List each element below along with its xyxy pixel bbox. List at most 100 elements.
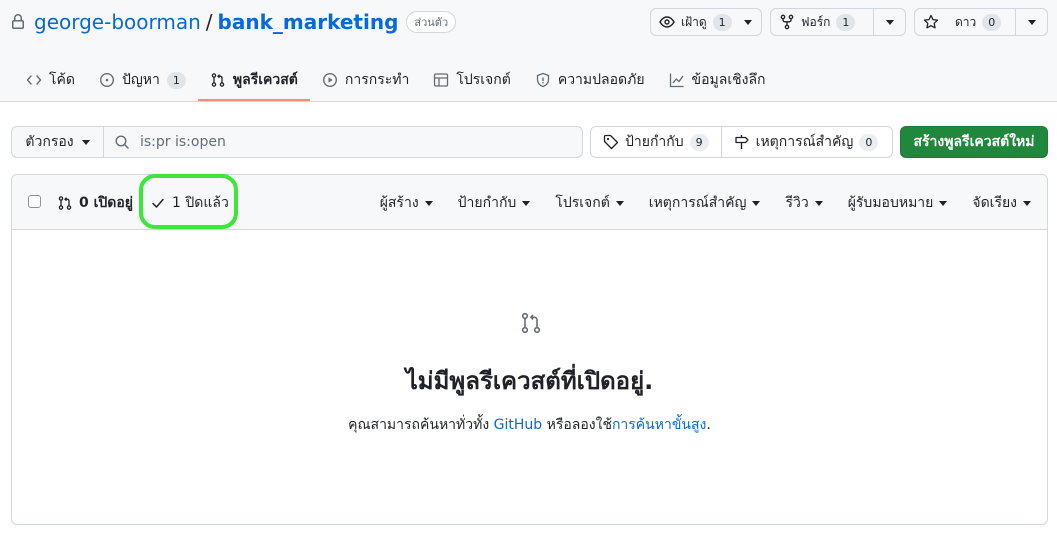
filter-label: ป้ายกำกับ (457, 195, 517, 211)
github-search-link[interactable]: GitHub (494, 417, 543, 433)
chevron-down-icon (939, 200, 948, 206)
chevron-down-icon (885, 19, 894, 25)
filter-label: จัดเรียง (972, 195, 1017, 211)
blankslate-text-middle: หรือลองใช้ (542, 417, 612, 433)
star-button-group: ดาว 0 (914, 8, 1048, 36)
shield-icon (536, 72, 549, 88)
watch-count: 1 (712, 13, 732, 31)
search-box (103, 126, 583, 158)
blankslate-text: คุณสามารถค้นหาทั่วทั้ง GitHub หรือลองใช้… (12, 414, 1047, 436)
repo-nav: โค้ด ปัญหา 1 พูลรีเควสต์ การกระทำ โปรเจก… (14, 60, 778, 102)
visibility-badge: ส่วนตัว (406, 11, 457, 33)
project-filter[interactable]: โปรเจกต์ (555, 192, 624, 214)
repo-title: george-boorman / bank_marketing ส่วนตัว (10, 8, 457, 36)
chevron-down-icon (1023, 200, 1031, 206)
blankslate-text-after: . (706, 417, 711, 433)
filter-label: รีวิว (785, 195, 809, 211)
filter-label: โปรเจกต์ (555, 195, 610, 211)
tab-label: ความปลอดภัย (557, 72, 645, 88)
star-icon (923, 14, 939, 29)
review-filter[interactable]: รีวิว (785, 192, 823, 214)
labels-count: 9 (689, 133, 709, 151)
labels-label: ป้ายกำกับ (625, 134, 684, 150)
chevron-down-icon (522, 200, 531, 206)
tab-actions[interactable]: การกระทำ (310, 60, 421, 100)
repo-header: george-boorman / bank_marketing ส่วนตัว … (0, 0, 1057, 102)
tab-label: การกระทำ (344, 72, 410, 88)
issues-count: 1 (166, 71, 186, 89)
issue-opened-icon (99, 72, 114, 88)
new-pull-request-button[interactable]: สร้างพูลรีเควสต์ใหม่ (900, 126, 1048, 158)
filters-button[interactable]: ตัวกรอง (11, 126, 104, 158)
labels-milestones-group: ป้ายกำกับ 9 เหตุการณ์สำคัญ 0 (590, 126, 893, 158)
tab-label: โค้ด (49, 72, 75, 88)
filter-label: เหตุการณ์สำคัญ (648, 195, 747, 211)
filter-label: ผู้สร้าง (379, 195, 419, 211)
repo-forked-icon (780, 14, 794, 30)
chevron-down-icon (1027, 19, 1036, 25)
open-filter-link[interactable]: 0 เปิดอยู่ (57, 192, 133, 214)
milestones-count: 0 (859, 133, 879, 151)
labels-button[interactable]: ป้ายกำกับ 9 (591, 127, 721, 157)
tab-issues[interactable]: ปัญหา 1 (87, 60, 198, 100)
blankslate-title: ไม่มีพูลรีเควสต์ที่เปิดอยู่. (405, 367, 654, 395)
table-icon (434, 73, 449, 87)
milestone-icon (735, 135, 749, 149)
watch-label: เฝ้าดู (681, 14, 707, 29)
list-header: 0 เปิดอยู่ 1 ปิดแล้ว ผู้สร้าง ป้ายกำกับ … (12, 174, 1047, 230)
advanced-search-link[interactable]: การค้นหาขั้นสูง (612, 417, 706, 433)
author-filter[interactable]: ผู้สร้าง (380, 192, 433, 214)
repo-owner-link[interactable]: george-boorman (34, 10, 201, 34)
blankslate-text-before: คุณสามารถค้นหาทั่วทั้ง (348, 417, 494, 433)
sort-filter[interactable]: จัดเรียง (972, 192, 1031, 214)
chevron-down-icon (424, 200, 433, 206)
chevron-down-icon (615, 200, 624, 206)
fork-count: 1 (836, 13, 856, 31)
fork-label: ฟอร์ก (801, 14, 831, 29)
star-button[interactable]: ดาว 0 (915, 9, 1015, 35)
git-pull-request-icon (58, 196, 72, 210)
tab-security[interactable]: ความปลอดภัย (523, 60, 657, 100)
tab-pull-requests[interactable]: พูลรีเควสต์ (197, 60, 310, 101)
watch-button-group: เฝ้าดู 1 (650, 8, 762, 36)
tab-projects[interactable]: โปรเจกต์ (421, 60, 522, 100)
play-icon (322, 72, 337, 88)
label-filter[interactable]: ป้ายกำกับ (458, 192, 531, 214)
milestones-button[interactable]: เหตุการณ์สำคัญ 0 (720, 127, 891, 157)
tab-label: โปรเจกต์ (456, 72, 511, 88)
pull-request-list: 0 เปิดอยู่ 1 ปิดแล้ว ผู้สร้าง ป้ายกำกับ … (11, 174, 1048, 525)
star-dropdown-button[interactable] (1015, 9, 1047, 35)
open-count-label: 0 เปิดอยู่ (79, 195, 133, 211)
watch-button[interactable]: เฝ้าดู 1 (651, 9, 760, 35)
tab-code[interactable]: โค้ด (14, 60, 87, 100)
tab-label: ปัญหา (121, 72, 160, 88)
highlight-annotation (139, 174, 238, 229)
list-filters: ผู้สร้าง ป้ายกำกับ โปรเจกต์ เหตุการณ์สำค… (380, 192, 1031, 214)
tab-label: ข้อมูลเชิงลึก (691, 72, 766, 88)
git-pull-request-icon (521, 312, 541, 334)
lock-icon (12, 14, 24, 29)
fork-dropdown-button[interactable] (873, 9, 905, 35)
tab-label: พูลรีเควสต์ (232, 72, 298, 88)
chevron-down-icon (81, 139, 90, 145)
tab-insights[interactable]: ข้อมูลเชิงลึก (657, 60, 778, 100)
repo-name-link[interactable]: bank_marketing (218, 10, 399, 34)
filter-label: ผู้รับมอบหมาย (847, 195, 934, 211)
fork-button[interactable]: ฟอร์ก 1 (771, 9, 873, 35)
milestone-filter[interactable]: เหตุการณ์สำคัญ (649, 192, 761, 214)
fork-button-group: ฟอร์ก 1 (770, 8, 906, 36)
chevron-down-icon (743, 19, 752, 25)
assignee-filter[interactable]: ผู้รับมอบหมาย (848, 192, 948, 214)
milestones-label: เหตุการณ์สำคัญ (755, 134, 854, 150)
select-all-checkbox[interactable] (28, 195, 41, 208)
repo-separator: / (205, 10, 213, 34)
chevron-down-icon (752, 200, 761, 206)
star-count: 0 (982, 13, 1002, 31)
graph-icon (669, 73, 684, 88)
tag-icon (603, 134, 619, 150)
code-icon (26, 75, 42, 85)
eye-icon (659, 16, 675, 28)
search-input[interactable] (140, 134, 560, 150)
git-pull-request-icon (211, 73, 225, 87)
search-icon (115, 135, 129, 149)
